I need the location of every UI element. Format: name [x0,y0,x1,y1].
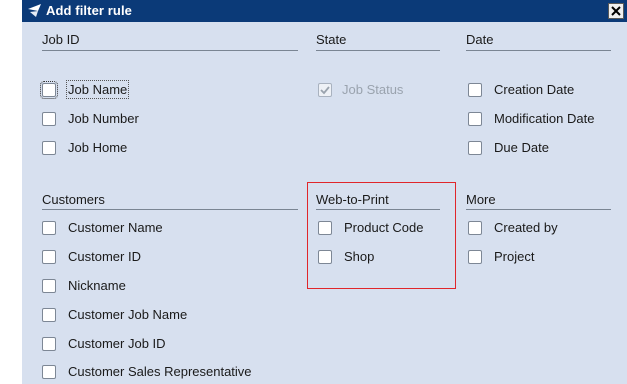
section-title-job-id: Job ID [42,32,80,47]
checkbox-label: Customer ID [68,249,141,264]
checkbox-box[interactable] [468,141,482,155]
checkbox-box[interactable] [468,112,482,126]
checkbox-label: Modification Date [494,111,595,126]
checkbox-box[interactable] [42,250,56,264]
checkbox-label: Project [494,249,535,264]
checkbox-box[interactable] [318,250,332,264]
checkbox-label: Job Home [68,140,128,155]
section-divider [42,209,298,210]
checkbox-box[interactable] [40,81,58,99]
checkbox-box[interactable] [42,337,56,351]
checkbox-box[interactable] [42,308,56,322]
checkbox-box[interactable] [42,365,56,379]
add-filter-rule-dialog: Add filter rule Job ID Job Name Job Numb… [22,0,627,384]
checkbox-box[interactable] [468,250,482,264]
section-title-more: More [466,192,496,207]
checkbox-box[interactable] [42,112,56,126]
checkbox-label: Customer Job ID [68,336,166,351]
checkbox-label: Product Code [344,220,424,235]
checkbox-box[interactable] [468,83,482,97]
close-button[interactable] [608,3,624,19]
section-divider [466,209,611,210]
checkbox-label: Job Name [65,80,130,99]
checkbox-box [318,83,332,97]
checkbox-box[interactable] [468,221,482,235]
section-divider [42,50,298,51]
dialog-titlebar[interactable]: Add filter rule [22,0,627,22]
checkbox-label: Customer Name [68,220,163,235]
section-divider [316,50,440,51]
checkbox-label: Nickname [68,278,126,293]
checkbox-label: Job Number [68,111,139,126]
checkbox-box[interactable] [42,141,56,155]
funnel-icon [28,4,41,17]
background-margin [0,0,22,384]
dialog-title: Add filter rule [46,3,133,18]
checkbox-label: Created by [494,220,558,235]
section-title-state: State [316,32,347,47]
close-icon [611,6,621,16]
checkmark-icon [320,86,330,95]
checkbox-label: Customer Job Name [68,307,188,322]
checkbox-box[interactable] [42,279,56,293]
checkbox-label: Creation Date [494,82,575,97]
checkbox-label: Customer Sales Representative [68,364,252,379]
section-title-customers: Customers [42,192,105,207]
section-divider [466,50,611,51]
section-divider [316,209,440,210]
checkbox-label: Job Status [342,82,404,97]
section-title-date: Date [466,32,494,47]
section-title-web-to-print: Web-to-Print [316,192,389,207]
checkbox-label: Shop [344,249,375,264]
checkbox-box[interactable] [318,221,332,235]
checkbox-label: Due Date [494,140,549,155]
checkbox-box[interactable] [42,221,56,235]
